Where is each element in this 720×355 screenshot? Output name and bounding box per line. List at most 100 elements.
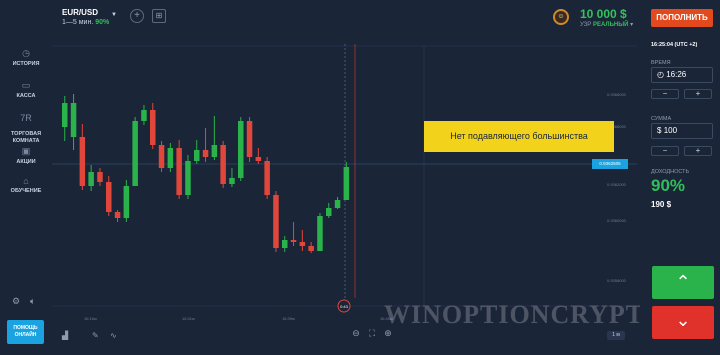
- timer-text: 0:43: [340, 304, 349, 309]
- candle: [97, 172, 103, 182]
- time-increase-button[interactable]: +: [684, 89, 712, 99]
- candle: [220, 145, 226, 184]
- fit-icon[interactable]: ⛶: [368, 328, 376, 339]
- wallet-icon: ▭: [21, 80, 31, 90]
- add-asset-button[interactable]: +: [130, 9, 144, 23]
- candle: [326, 208, 332, 216]
- settings-icon[interactable]: ⚙: [12, 296, 20, 307]
- candle: [282, 240, 288, 248]
- candle: [123, 186, 130, 218]
- time-label: ВРЕМЯ: [651, 60, 671, 66]
- candle: [211, 145, 218, 157]
- account-type[interactable]: УЗР РЕАЛЬНЫЙ ▾: [580, 21, 633, 28]
- candle: [246, 121, 253, 157]
- account-label: УЗР: [580, 22, 592, 28]
- chevron-down-icon: ▾: [630, 22, 634, 28]
- price-label: 0.9368000: [607, 92, 627, 97]
- online-help-button[interactable]: ПОМОЩЬ ОНЛАЙН: [7, 320, 44, 344]
- amount-label: СУММА: [651, 116, 672, 122]
- candle: [88, 172, 94, 186]
- trading-room-icon: 7R: [20, 113, 32, 123]
- candle: [79, 137, 86, 186]
- candle: [264, 161, 270, 195]
- zoom-in-icon[interactable]: ⊕: [384, 329, 392, 339]
- candle: [308, 246, 314, 251]
- sidebar-item-education[interactable]: ⌂ ОБУЧЕНИЕ: [2, 176, 50, 194]
- asset-info: 1—5 мин. 90%: [62, 19, 109, 26]
- sidebar-item-label: ТОРГОВАЯ КОМНАТА: [10, 131, 42, 144]
- education-icon: ⌂: [23, 176, 29, 186]
- candle: [185, 161, 191, 195]
- payout-value: 90%: [651, 176, 686, 195]
- candle: [194, 150, 200, 161]
- candle: [273, 195, 279, 248]
- sentiment-banner: Нет подавляющего большинства: [424, 121, 614, 152]
- arrow-down-icon: ⌄: [675, 310, 691, 330]
- candle: [229, 178, 235, 184]
- sidebar-item-label: КАССА: [16, 93, 36, 99]
- sidebar-item-label: ИСТОРИЯ: [12, 61, 40, 67]
- time-decrease-button[interactable]: −: [651, 89, 679, 99]
- candle: [176, 148, 182, 195]
- currency-symbol: $: [657, 126, 662, 135]
- sidebar-item-label: ОБУЧЕНИЕ: [10, 188, 42, 194]
- sidebar-item-cashier[interactable]: ▭ КАССА: [2, 80, 50, 99]
- profit-value: 190 $: [651, 200, 672, 209]
- candle: [70, 103, 77, 137]
- time-axis: 16:16м 16:31м 16:39м 16:45м: [84, 316, 393, 321]
- candle: [343, 167, 350, 200]
- candle: [150, 110, 156, 145]
- top-bar: EUR/USD 1—5 мин. 90% ▼ + ⊞ ☺ 10 000 $ УЗ…: [0, 0, 720, 36]
- price-label: 0.9358000: [607, 278, 627, 283]
- avatar[interactable]: ☺: [553, 9, 569, 25]
- trade-panel: 16:25:04 (UTC +2) ВРЕМЯ ◴ 16:26 − + СУММ…: [640, 36, 720, 350]
- candles-group: [62, 94, 350, 253]
- amount-decrease-button[interactable]: −: [651, 146, 679, 156]
- sound-icon[interactable]: 🔈︎: [30, 296, 35, 307]
- candle: [106, 182, 112, 212]
- candle: [334, 200, 341, 208]
- indicators-icon[interactable]: ∿: [110, 331, 117, 340]
- candle: [114, 212, 121, 218]
- help-label-1: ПОМОЩЬ: [13, 325, 38, 331]
- sidebar-item-trading-room[interactable]: 7R ТОРГОВАЯ КОМНАТА: [2, 108, 50, 145]
- chevron-down-icon[interactable]: ▼: [111, 12, 117, 18]
- sidebar-item-history[interactable]: ◷ ИСТОРИЯ: [2, 48, 50, 67]
- time-label: 16:31м: [182, 316, 195, 321]
- amount-field[interactable]: $ 100: [651, 123, 713, 139]
- sidebar-item-promotions[interactable]: ▣ АКЦИИ: [2, 146, 50, 165]
- put-button[interactable]: ⌄: [652, 306, 714, 339]
- expiry-range: 1—5 мин.: [62, 19, 94, 26]
- candle: [158, 145, 165, 168]
- gift-icon: ▣: [21, 146, 31, 156]
- amount-value: 100: [663, 126, 678, 135]
- account-balance[interactable]: 10 000 $: [580, 7, 627, 21]
- payout-label: ДОХОДНОСТЬ: [651, 169, 690, 175]
- time-label: 16:39м: [282, 316, 295, 321]
- candle: [317, 216, 323, 251]
- candle: [62, 103, 68, 127]
- timeframe-button[interactable]: 1 м: [607, 331, 625, 340]
- asset-payout: 90%: [95, 19, 110, 26]
- arrow-up-icon: ⌃: [675, 272, 691, 292]
- zoom-out-icon[interactable]: ⊖: [352, 329, 360, 339]
- draw-tool-icon[interactable]: ✎: [92, 331, 99, 340]
- help-label-2: ОНЛАЙН: [14, 332, 37, 338]
- candle: [290, 240, 297, 242]
- candle: [141, 110, 147, 121]
- call-button[interactable]: ⌃: [652, 266, 714, 299]
- history-icon: ◷: [22, 48, 30, 58]
- candle: [238, 121, 244, 178]
- asset-name[interactable]: EUR/USD: [62, 8, 98, 17]
- server-clock: 16:25:04 (UTC +2): [651, 42, 698, 48]
- time-label: 16:16м: [84, 316, 97, 321]
- amount-increase-button[interactable]: +: [684, 146, 712, 156]
- expiry-time-value: 16:26: [666, 70, 687, 79]
- chart-type-icon[interactable]: ▟: [61, 330, 69, 340]
- layout-grid-icon[interactable]: ⊞: [152, 9, 166, 23]
- sidebar: ◷ ИСТОРИЯ ▭ КАССА 7R ТОРГОВАЯ КОМНАТА ▣ …: [0, 36, 52, 350]
- current-price-tag: 0.9362506: [592, 159, 628, 169]
- candle: [167, 148, 174, 168]
- deposit-button[interactable]: ПОПОЛНИТЬ: [651, 9, 713, 27]
- expiry-time-field[interactable]: ◴ 16:26: [651, 67, 713, 83]
